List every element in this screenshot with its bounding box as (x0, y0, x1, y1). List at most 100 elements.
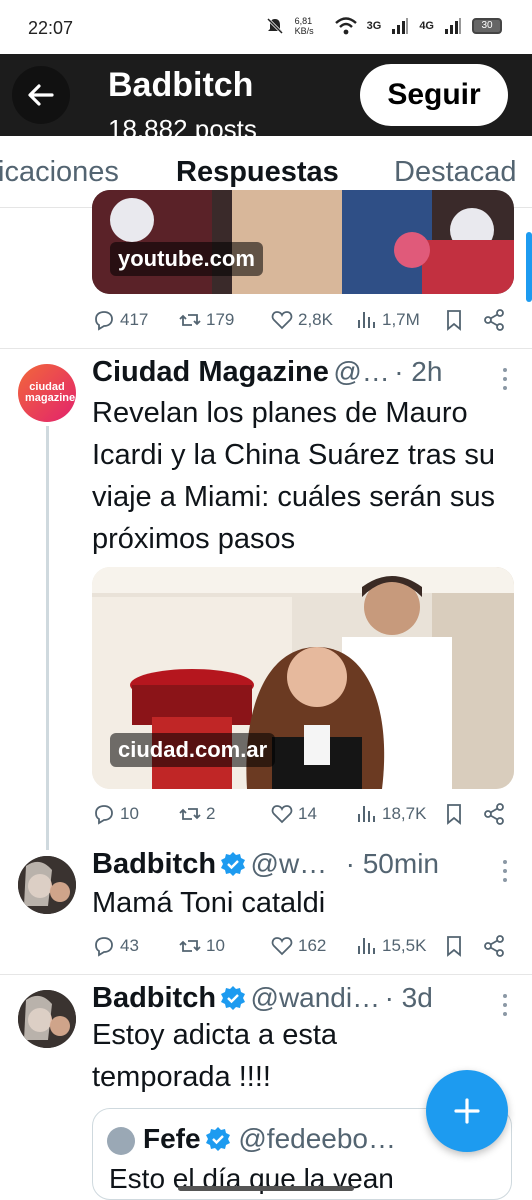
bookmark-button[interactable] (442, 802, 466, 826)
post-actions: 43 10 162 15,5K (92, 934, 512, 964)
back-button[interactable] (12, 66, 70, 124)
share-button[interactable] (482, 934, 506, 958)
reply-count: 43 (120, 936, 139, 955)
repost-icon (179, 314, 201, 326)
views-icon (358, 806, 375, 822)
post-header: Ciudad Magazine @… · 2h (92, 356, 512, 392)
post-text: Mamá Toni cataldi (92, 887, 326, 919)
signal-4g-label: 4G (419, 20, 434, 32)
repost-icon (179, 808, 201, 820)
battery-icon: 30 (472, 18, 502, 34)
bookmark-button[interactable] (442, 934, 466, 958)
verified-icon (205, 1127, 230, 1151)
reply-button[interactable]: 417 (92, 308, 148, 332)
signal-bars-icon (445, 18, 461, 34)
quote-avatar (107, 1127, 135, 1155)
views-button[interactable]: 15,5K (354, 934, 426, 958)
repost-button[interactable]: 10 (178, 934, 225, 958)
share-button[interactable] (482, 802, 506, 826)
avatar[interactable] (18, 856, 76, 914)
post-count: 18.882 posts (108, 114, 257, 136)
bookmark-icon (447, 310, 461, 331)
like-button[interactable]: 162 (270, 934, 326, 958)
more-icon[interactable] (498, 366, 512, 392)
reply-icon (95, 937, 113, 957)
like-button[interactable]: 14 (270, 802, 317, 826)
like-count: 162 (298, 936, 327, 955)
author-handle[interactable]: @wandi… (251, 982, 381, 1013)
author-handle[interactable]: @w… (251, 848, 328, 879)
reply-count: 10 (120, 804, 139, 823)
share-button[interactable] (482, 308, 506, 332)
verified-icon (221, 852, 246, 876)
home-indicator[interactable] (178, 1186, 354, 1191)
post-divider (0, 974, 532, 975)
view-count: 15,5K (382, 936, 427, 955)
network-speed: 6,81 KB/s (294, 16, 314, 36)
reply-icon (95, 805, 113, 825)
like-button[interactable]: 2,8K (270, 308, 333, 332)
quote-header: Fefe @fedeebo… (143, 1123, 396, 1155)
reply-button[interactable]: 10 (92, 802, 139, 826)
bookmark-icon (447, 936, 461, 957)
thread-line (46, 426, 49, 850)
verified-icon (221, 986, 246, 1010)
post-header: Badbitch @w… · 50min (92, 848, 512, 884)
tab-destacados[interactable]: Destacad (394, 156, 517, 189)
view-count: 1,7M (382, 310, 420, 329)
status-bar: 22:07 6,81 KB/s 3G 4G 30 (0, 0, 532, 54)
avatar[interactable]: ciudad magazine (18, 364, 76, 422)
repost-count: 2 (206, 804, 216, 823)
view-count: 18,7K (382, 804, 427, 823)
avatar-text: ciudad magazine (25, 381, 76, 404)
like-icon (271, 805, 293, 824)
post-text: Revelan los planes de Mauro Icardi y la … (92, 397, 495, 555)
like-icon (271, 937, 293, 956)
post-time: · 2h (394, 356, 443, 387)
signal-3g-label: 3G (366, 20, 382, 32)
like-count: 2,8K (298, 310, 333, 329)
bookmark-icon (447, 804, 461, 825)
tab-publicaciones[interactable]: icaciones (0, 156, 119, 189)
share-icon (484, 309, 504, 331)
tab-respuestas[interactable]: Respuestas (176, 156, 339, 189)
link-preview-image[interactable]: youtube.com (92, 190, 514, 294)
reply-button[interactable]: 43 (92, 934, 139, 958)
profile-header: Badbitch 18.882 posts Seguir (0, 54, 532, 136)
profile-name: Badbitch (108, 66, 254, 104)
compose-button[interactable] (426, 1070, 508, 1152)
more-icon[interactable] (498, 858, 512, 884)
views-icon (358, 312, 375, 328)
share-icon (484, 803, 504, 825)
repost-button[interactable]: 2 (178, 802, 215, 826)
author-handle[interactable]: @… (333, 356, 389, 387)
like-icon (271, 311, 293, 330)
post-divider (0, 348, 532, 349)
follow-button[interactable]: Seguir (360, 64, 508, 126)
avatar[interactable] (18, 990, 76, 1048)
wifi-icon (334, 17, 357, 35)
views-button[interactable]: 1,7M (354, 308, 420, 332)
quote-handle: @fedeebo… (238, 1123, 396, 1154)
scrollbar[interactable] (526, 232, 532, 302)
author-name[interactable]: Ciudad Magazine (92, 356, 329, 388)
mute-icon (266, 17, 283, 35)
repost-icon (179, 940, 201, 952)
post-header: Badbitch @wandi… · 3d (92, 982, 512, 1018)
signal-bars-icon (392, 18, 409, 34)
plus-icon (454, 1098, 480, 1124)
more-icon[interactable] (498, 992, 512, 1018)
bookmark-button[interactable] (442, 308, 466, 332)
repost-button[interactable]: 179 (178, 308, 234, 332)
status-time: 22:07 (28, 18, 74, 38)
quote-author: Fefe (143, 1123, 201, 1154)
link-domain: youtube.com (110, 242, 263, 276)
post-actions: 417 179 2,8K 1,7M (92, 308, 512, 338)
views-button[interactable]: 18,7K (354, 802, 426, 826)
reply-count: 417 (120, 310, 149, 329)
link-preview-image[interactable]: ciudad.com.ar (92, 567, 514, 789)
author-name[interactable]: Badbitch (92, 982, 216, 1014)
views-icon (358, 938, 375, 954)
back-arrow-icon (28, 84, 54, 106)
author-name[interactable]: Badbitch (92, 848, 216, 880)
